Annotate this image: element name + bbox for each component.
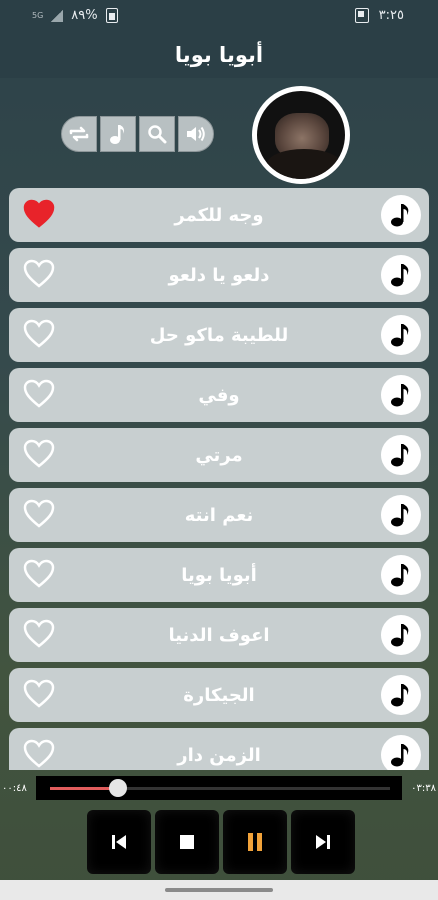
search-button[interactable] (139, 116, 175, 152)
network-type: 5G (32, 11, 44, 20)
play-song-button[interactable] (381, 435, 421, 475)
heart-icon[interactable] (23, 738, 55, 770)
play-song-button[interactable] (381, 195, 421, 235)
status-bar: %٨٩ 5G ٣:٢٥ (0, 0, 438, 32)
play-song-button[interactable] (381, 675, 421, 715)
song-title: للطيبة ماكو حل (149, 324, 289, 346)
search-icon (148, 125, 167, 144)
heart-icon[interactable] (23, 318, 55, 350)
play-song-button[interactable] (381, 315, 421, 355)
avatar-hair (267, 149, 341, 179)
music-note-icon (391, 684, 409, 707)
status-left: %٨٩ 5G (32, 8, 118, 23)
song-list[interactable]: وجه للكمر دلعو يا دلعو للطيبة ماكو حل وفي مر… (9, 188, 429, 770)
heart-icon[interactable] (23, 618, 55, 650)
pause-button[interactable] (223, 810, 287, 874)
song-title: مرتي (195, 444, 243, 466)
seek-progress (50, 787, 118, 790)
player-bar: ٠٠:٤٨ ٠٣:٣٨ (0, 773, 438, 803)
song-title: الجيكارة (183, 684, 255, 706)
heart-icon[interactable] (23, 438, 55, 470)
next-button[interactable] (291, 810, 355, 874)
skip-next-icon (316, 835, 330, 849)
music-note-icon (391, 744, 409, 767)
battery-level: %٨٩ (71, 8, 98, 23)
song-row[interactable]: وجه للكمر (9, 188, 429, 242)
heart-icon[interactable] (23, 258, 55, 290)
page-title: أبويا بويا (174, 43, 264, 67)
music-button[interactable] (100, 116, 136, 152)
seek-handle[interactable] (109, 779, 127, 797)
sd-card-icon (354, 8, 369, 23)
song-title: الزمن دار (177, 744, 261, 766)
music-note-icon (391, 324, 409, 347)
song-title: وفي (198, 384, 240, 406)
play-song-button[interactable] (381, 555, 421, 595)
music-note-icon (391, 564, 409, 587)
heart-icon[interactable] (23, 378, 55, 410)
play-song-button[interactable] (381, 255, 421, 295)
play-song-button[interactable] (381, 735, 421, 770)
stop-button[interactable] (155, 810, 219, 874)
heart-icon[interactable] (23, 198, 55, 230)
song-title: نعم انته (184, 504, 254, 526)
status-right: ٣:٢٥ (354, 8, 404, 23)
seek-line (50, 779, 390, 797)
control-toolbar (61, 116, 214, 152)
volume-icon (187, 126, 205, 142)
seek-bar[interactable] (36, 776, 402, 800)
elapsed-time: ٠٣:٣٨ (411, 783, 436, 794)
song-row[interactable]: اعوف الدنيا (9, 608, 429, 662)
song-row[interactable]: للطيبة ماكو حل (9, 308, 429, 362)
music-note-icon (391, 444, 409, 467)
song-row[interactable]: دلعو يا دلعو (9, 248, 429, 302)
battery-icon (105, 8, 118, 23)
music-note-icon (391, 624, 409, 647)
music-note-icon (391, 384, 409, 407)
play-song-button[interactable] (381, 495, 421, 535)
song-row[interactable]: أبويا بويا (9, 548, 429, 602)
music-note-icon (391, 504, 409, 527)
repeat-icon (69, 126, 89, 142)
song-title: أبويا بويا (181, 564, 257, 586)
pause-icon (248, 833, 262, 851)
signal-icon (51, 9, 64, 22)
play-song-button[interactable] (381, 615, 421, 655)
heart-icon[interactable] (23, 558, 55, 590)
play-song-button[interactable] (381, 375, 421, 415)
song-row[interactable]: الجيكارة (9, 668, 429, 722)
song-title: وجه للكمر (174, 204, 264, 226)
song-title: اعوف الدنيا (168, 624, 270, 646)
volume-button[interactable] (178, 116, 214, 152)
app-header: أبويا بويا (0, 32, 438, 78)
song-title: دلعو يا دلعو (168, 264, 270, 286)
stop-icon (180, 835, 194, 849)
heart-icon[interactable] (23, 678, 55, 710)
song-row[interactable]: الزمن دار (9, 728, 429, 770)
music-note-icon (110, 125, 124, 144)
skip-previous-icon (112, 835, 126, 849)
home-gesture-pill[interactable] (165, 888, 273, 892)
duration-time: ٠٠:٤٨ (2, 783, 27, 794)
previous-button[interactable] (87, 810, 151, 874)
system-nav-bar (0, 880, 438, 900)
song-row[interactable]: وفي (9, 368, 429, 422)
heart-icon[interactable] (23, 498, 55, 530)
transport-controls (87, 810, 355, 874)
repeat-button[interactable] (61, 116, 97, 152)
music-note-icon (391, 204, 409, 227)
music-note-icon (391, 264, 409, 287)
artist-avatar (252, 86, 350, 184)
clock: ٣:٢٥ (378, 8, 404, 23)
song-row[interactable]: مرتي (9, 428, 429, 482)
song-row[interactable]: نعم انته (9, 488, 429, 542)
